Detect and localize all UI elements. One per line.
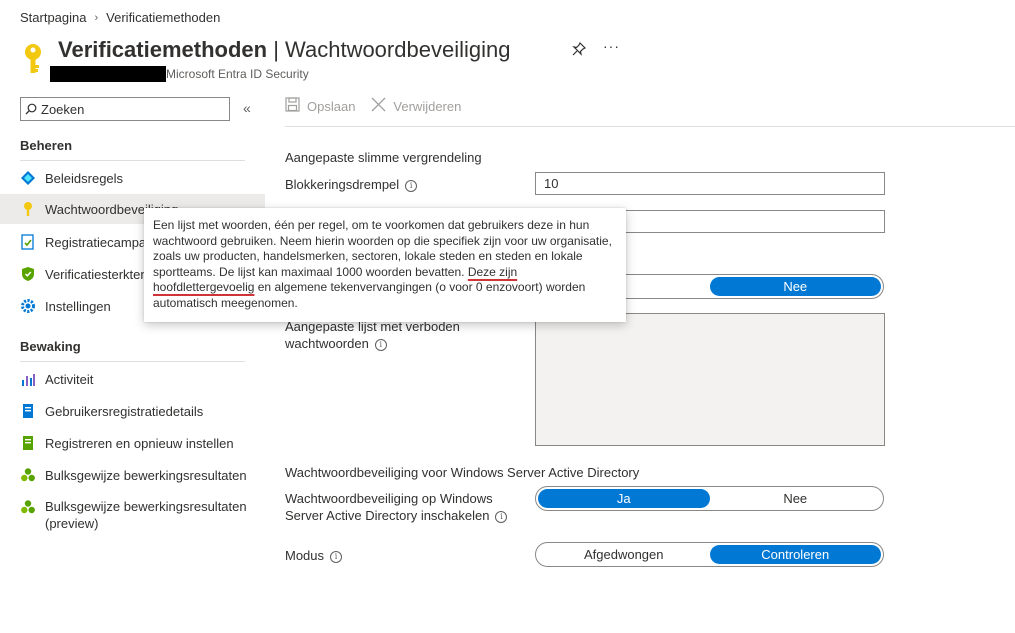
delete-button-label: Verwijderen <box>393 99 462 114</box>
save-button-label: Opslaan <box>307 99 356 114</box>
registration-icon <box>20 234 36 250</box>
chevron-right-icon: › <box>94 11 99 24</box>
details-icon <box>20 403 36 419</box>
shield-icon <box>20 266 36 282</box>
info-icon[interactable]: i <box>330 550 343 563</box>
search-box[interactable] <box>20 97 230 121</box>
sidebar-item-bulk-results[interactable]: Bulksgewijze bewerkingsresultaten <box>0 460 265 490</box>
lockout-heading: Aangepaste slimme vergrendeling <box>285 150 482 165</box>
register-icon <box>20 435 36 451</box>
custom-list-label: Aangepaste lijst met verboden wachtwoord… <box>285 318 485 352</box>
sidebar-item-activity[interactable]: Activiteit <box>0 364 265 394</box>
sidebar-item-label: Instellingen <box>45 298 111 314</box>
toggle-option-enforced[interactable]: Afgedwongen <box>538 545 710 564</box>
sidebar-item-label: Bulksgewijze bewerkingsresultaten (previ… <box>45 499 247 531</box>
sidebar-item-policies[interactable]: Beleidsregels <box>0 163 265 193</box>
toggle-option-yes[interactable]: Ja <box>538 489 710 508</box>
activity-icon <box>20 371 36 387</box>
bulk-icon <box>20 467 36 483</box>
policy-icon <box>20 170 36 186</box>
key-icon <box>20 201 36 217</box>
save-button[interactable]: Opslaan <box>285 97 355 116</box>
sidebar-item-user-registration-details[interactable]: Gebruikersregistratiedetails <box>0 396 265 426</box>
page-title-main: Verificatiemethoden <box>58 37 268 62</box>
ad-enable-toggle[interactable]: Ja Nee <box>535 486 884 511</box>
collapse-sidebar-icon[interactable]: « <box>243 100 251 116</box>
divider <box>285 126 1015 127</box>
sidebar-item-label: Verificatiesterkten <box>45 266 148 282</box>
sidebar-item-bulk-results-preview[interactable]: Bulksgewijze bewerkingsresultaten (previ… <box>0 496 265 536</box>
sidebar-item-register-reset[interactable]: Registreren en opnieuw instellen <box>0 428 265 458</box>
page-title-separator: | <box>267 37 286 62</box>
page-title-sub: Wachtwoordbeveiliging <box>285 37 511 62</box>
more-icon[interactable]: ··· <box>603 38 620 54</box>
divider <box>20 160 245 161</box>
breadcrumb-current[interactable]: Verificatiemethoden <box>106 10 220 25</box>
sidebar-item-label: Bulksgewijze bewerkingsresultaten <box>45 467 247 483</box>
divider <box>20 361 245 362</box>
sidebar-item-label: Activiteit <box>45 371 94 387</box>
threshold-label-text: Blokkeringsdrempel <box>285 177 400 192</box>
ad-heading: Wachtwoordbeveiliging voor Windows Serve… <box>285 465 640 480</box>
info-icon[interactable]: i <box>405 179 418 192</box>
threshold-input[interactable]: 10 <box>535 172 885 195</box>
custom-list-label-text: Aangepaste lijst met verboden wachtwoord… <box>285 319 460 351</box>
search-icon <box>25 103 37 115</box>
mode-label: Modus i <box>285 547 343 564</box>
command-bar: Opslaan Verwijderen <box>285 97 477 116</box>
sidebar-item-label: Beleidsregels <box>45 170 124 186</box>
toggle-option-audit[interactable]: Controleren <box>709 545 881 564</box>
info-icon[interactable]: i <box>374 338 387 351</box>
tooltip-text: Een lijst met woorden, één per regel, om… <box>153 218 612 279</box>
threshold-label: Blokkeringsdrempel i <box>285 176 418 193</box>
section-heading-monitoring: Bewaking <box>20 339 81 354</box>
ad-enable-label-text: Wachtwoordbeveiliging op Windows Server … <box>285 491 493 523</box>
redacted-block <box>50 66 166 82</box>
delete-button[interactable]: Verwijderen <box>371 97 461 116</box>
search-input[interactable] <box>37 101 217 117</box>
key-icon <box>25 44 41 73</box>
sidebar-item-label: Registreren en opnieuw instellen <box>45 435 234 451</box>
breadcrumb-home[interactable]: Startpagina <box>20 10 87 25</box>
ad-enable-label: Wachtwoordbeveiliging op Windows Server … <box>285 490 520 524</box>
mode-label-text: Modus <box>285 548 325 563</box>
gear-icon <box>20 298 36 314</box>
page-subtitle: Microsoft Entra ID Security <box>166 67 309 81</box>
info-tooltip: Een lijst met woorden, één per regel, om… <box>144 208 626 322</box>
bulk-preview-icon <box>20 499 36 515</box>
page-title: Verificatiemethoden | Wachtwoordbeveilig… <box>58 37 510 63</box>
breadcrumb: Startpagina › Verificatiemethoden <box>20 10 220 25</box>
toggle-option-no[interactable]: Nee <box>709 277 881 296</box>
custom-banned-passwords-textarea[interactable] <box>535 313 885 446</box>
toggle-option-no[interactable]: Nee <box>710 489 882 508</box>
mode-toggle[interactable]: Afgedwongen Controleren <box>535 542 884 567</box>
info-icon[interactable]: i <box>495 510 508 523</box>
sidebar-item-label: Gebruikersregistratiedetails <box>45 403 204 419</box>
pin-icon[interactable] <box>572 41 587 59</box>
close-icon <box>371 97 386 116</box>
section-heading-manage: Beheren <box>20 138 73 153</box>
save-icon <box>285 97 300 116</box>
